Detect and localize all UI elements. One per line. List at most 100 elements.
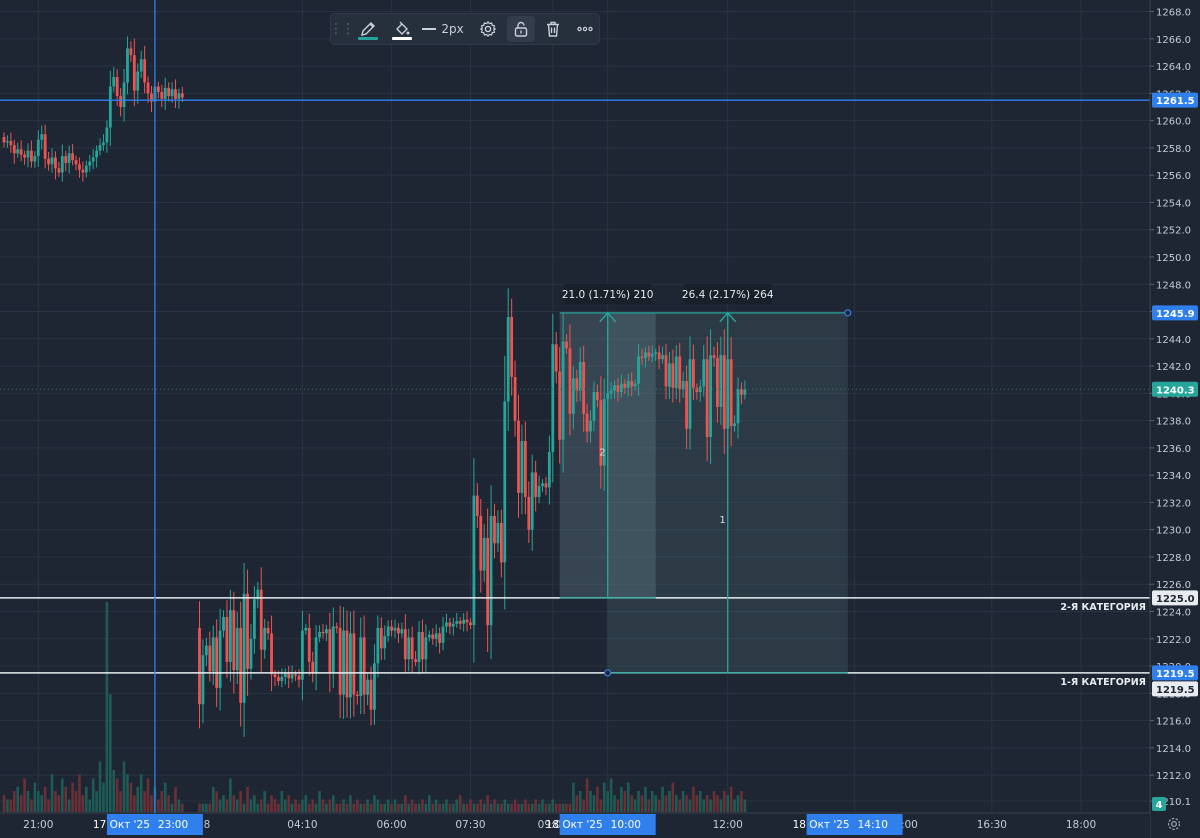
volume-bar <box>736 795 740 812</box>
volume-bar <box>599 799 603 812</box>
price-badge-measure-high-label: 1245.9 <box>1156 309 1195 320</box>
volume-bar <box>81 795 85 812</box>
volume-bar <box>654 795 657 812</box>
volume-bar <box>733 799 736 812</box>
candle-body <box>469 622 472 626</box>
candle-body <box>496 522 500 544</box>
volume-bar <box>23 778 26 812</box>
volume-bar <box>157 799 160 812</box>
candle-body <box>311 661 315 673</box>
price-tick-label: 1258.0 <box>1156 144 1191 155</box>
volume-bar <box>301 799 304 812</box>
candle-body <box>571 378 575 414</box>
candle-body <box>325 629 328 634</box>
volume-bar <box>321 799 325 812</box>
more-icon <box>577 26 593 32</box>
volume-bar <box>664 795 668 812</box>
volume-bar <box>277 803 280 812</box>
volume-bar <box>205 803 208 812</box>
time-highlight-date: 18 Окт '25 <box>793 819 850 831</box>
time-tick-label: 07:30 <box>455 819 485 831</box>
more-button[interactable] <box>571 14 599 44</box>
volume-bar <box>582 799 585 812</box>
delete-button[interactable] <box>539 14 567 44</box>
volume-bar <box>33 782 37 812</box>
candle-body <box>373 663 376 710</box>
line-width-button[interactable]: 2px <box>421 14 465 44</box>
volume-bar <box>198 803 201 812</box>
volume-bar <box>235 799 239 812</box>
volume-bar <box>40 795 44 812</box>
volume-bar <box>6 799 9 812</box>
candle-body <box>294 674 297 676</box>
volume-bar <box>524 799 527 812</box>
lock-button[interactable] <box>507 16 535 42</box>
volume-bar <box>380 803 383 812</box>
price-tick-label: 1248.0 <box>1156 280 1191 291</box>
volume-bar <box>239 791 242 812</box>
pencil-icon <box>361 22 375 36</box>
price-tick-label: 1234.0 <box>1156 471 1191 482</box>
volume-bar <box>325 803 328 812</box>
volume-bar <box>606 791 609 812</box>
candle-body <box>338 627 342 695</box>
fill-color-button[interactable] <box>387 14 417 44</box>
candle-body <box>523 441 527 497</box>
candle-body <box>414 659 417 662</box>
volume-bar <box>513 799 517 812</box>
volume-bar <box>50 774 54 812</box>
pencil-button[interactable] <box>353 14 383 44</box>
volume-bar <box>719 799 723 812</box>
volume-bar <box>54 791 57 812</box>
volume-bar <box>136 786 140 812</box>
volume-bar <box>678 799 682 812</box>
volume-bar <box>414 803 417 812</box>
drag-handle-icon[interactable]: ⋮⋮ <box>329 14 355 44</box>
volume-bar <box>476 803 479 812</box>
candle-body <box>650 353 654 357</box>
time-axis[interactable]: 21:00 04:10 06:00 07:30 09:00 12:00 16:30 18:00… <box>0 812 1150 838</box>
candle-body <box>108 86 112 128</box>
volume-bar <box>256 803 260 812</box>
candle-body <box>534 472 538 497</box>
volume-bar <box>249 799 253 812</box>
volume-bar <box>441 803 445 812</box>
candle-body <box>678 356 682 390</box>
price-tick-label: 1256.0 <box>1156 171 1191 182</box>
volume-bar <box>294 799 297 812</box>
volume-bar <box>541 799 544 812</box>
price-axis[interactable]: 1210.11212.01214.01216.01218.01220.01222… <box>1149 0 1200 838</box>
candle-body <box>146 82 150 94</box>
candle-body <box>33 156 37 162</box>
candle-body <box>335 626 339 628</box>
price-chart[interactable]: 2-Я КАТЕГОРИЯ 1-Я КАТЕГОРИЯ 21.0 (1.71%) … <box>0 0 1200 838</box>
candle-body <box>475 495 479 517</box>
time-highlight-time: 10:00 <box>611 819 641 831</box>
candle-body <box>681 381 685 390</box>
candle-body <box>434 633 438 639</box>
chart-settings-button[interactable] <box>1164 815 1184 833</box>
candle-body <box>729 359 733 427</box>
settings-button[interactable] <box>475 14 501 44</box>
candle-body <box>592 391 596 421</box>
volume-bar <box>91 778 95 812</box>
candle-body <box>438 633 442 643</box>
volume-bar <box>506 803 510 812</box>
candle-body <box>644 352 647 358</box>
drawing-toolbar[interactable]: ⋮⋮ 2px <box>329 13 600 45</box>
drawing-handle[interactable] <box>844 309 852 317</box>
candle-body <box>318 631 321 638</box>
candle-body <box>23 154 26 158</box>
candle-body <box>578 361 582 391</box>
candle-body <box>67 153 71 163</box>
candle-body <box>112 76 116 87</box>
price-tick-label: 1228.0 <box>1156 553 1191 564</box>
candle-body <box>246 593 249 669</box>
candle-body <box>637 356 640 384</box>
volume-bar <box>438 803 441 812</box>
volume-bar <box>2 795 6 812</box>
drawing-handle[interactable] <box>604 669 612 677</box>
candle-body <box>654 352 658 354</box>
candle-body <box>366 679 369 695</box>
candle-body <box>57 168 61 173</box>
